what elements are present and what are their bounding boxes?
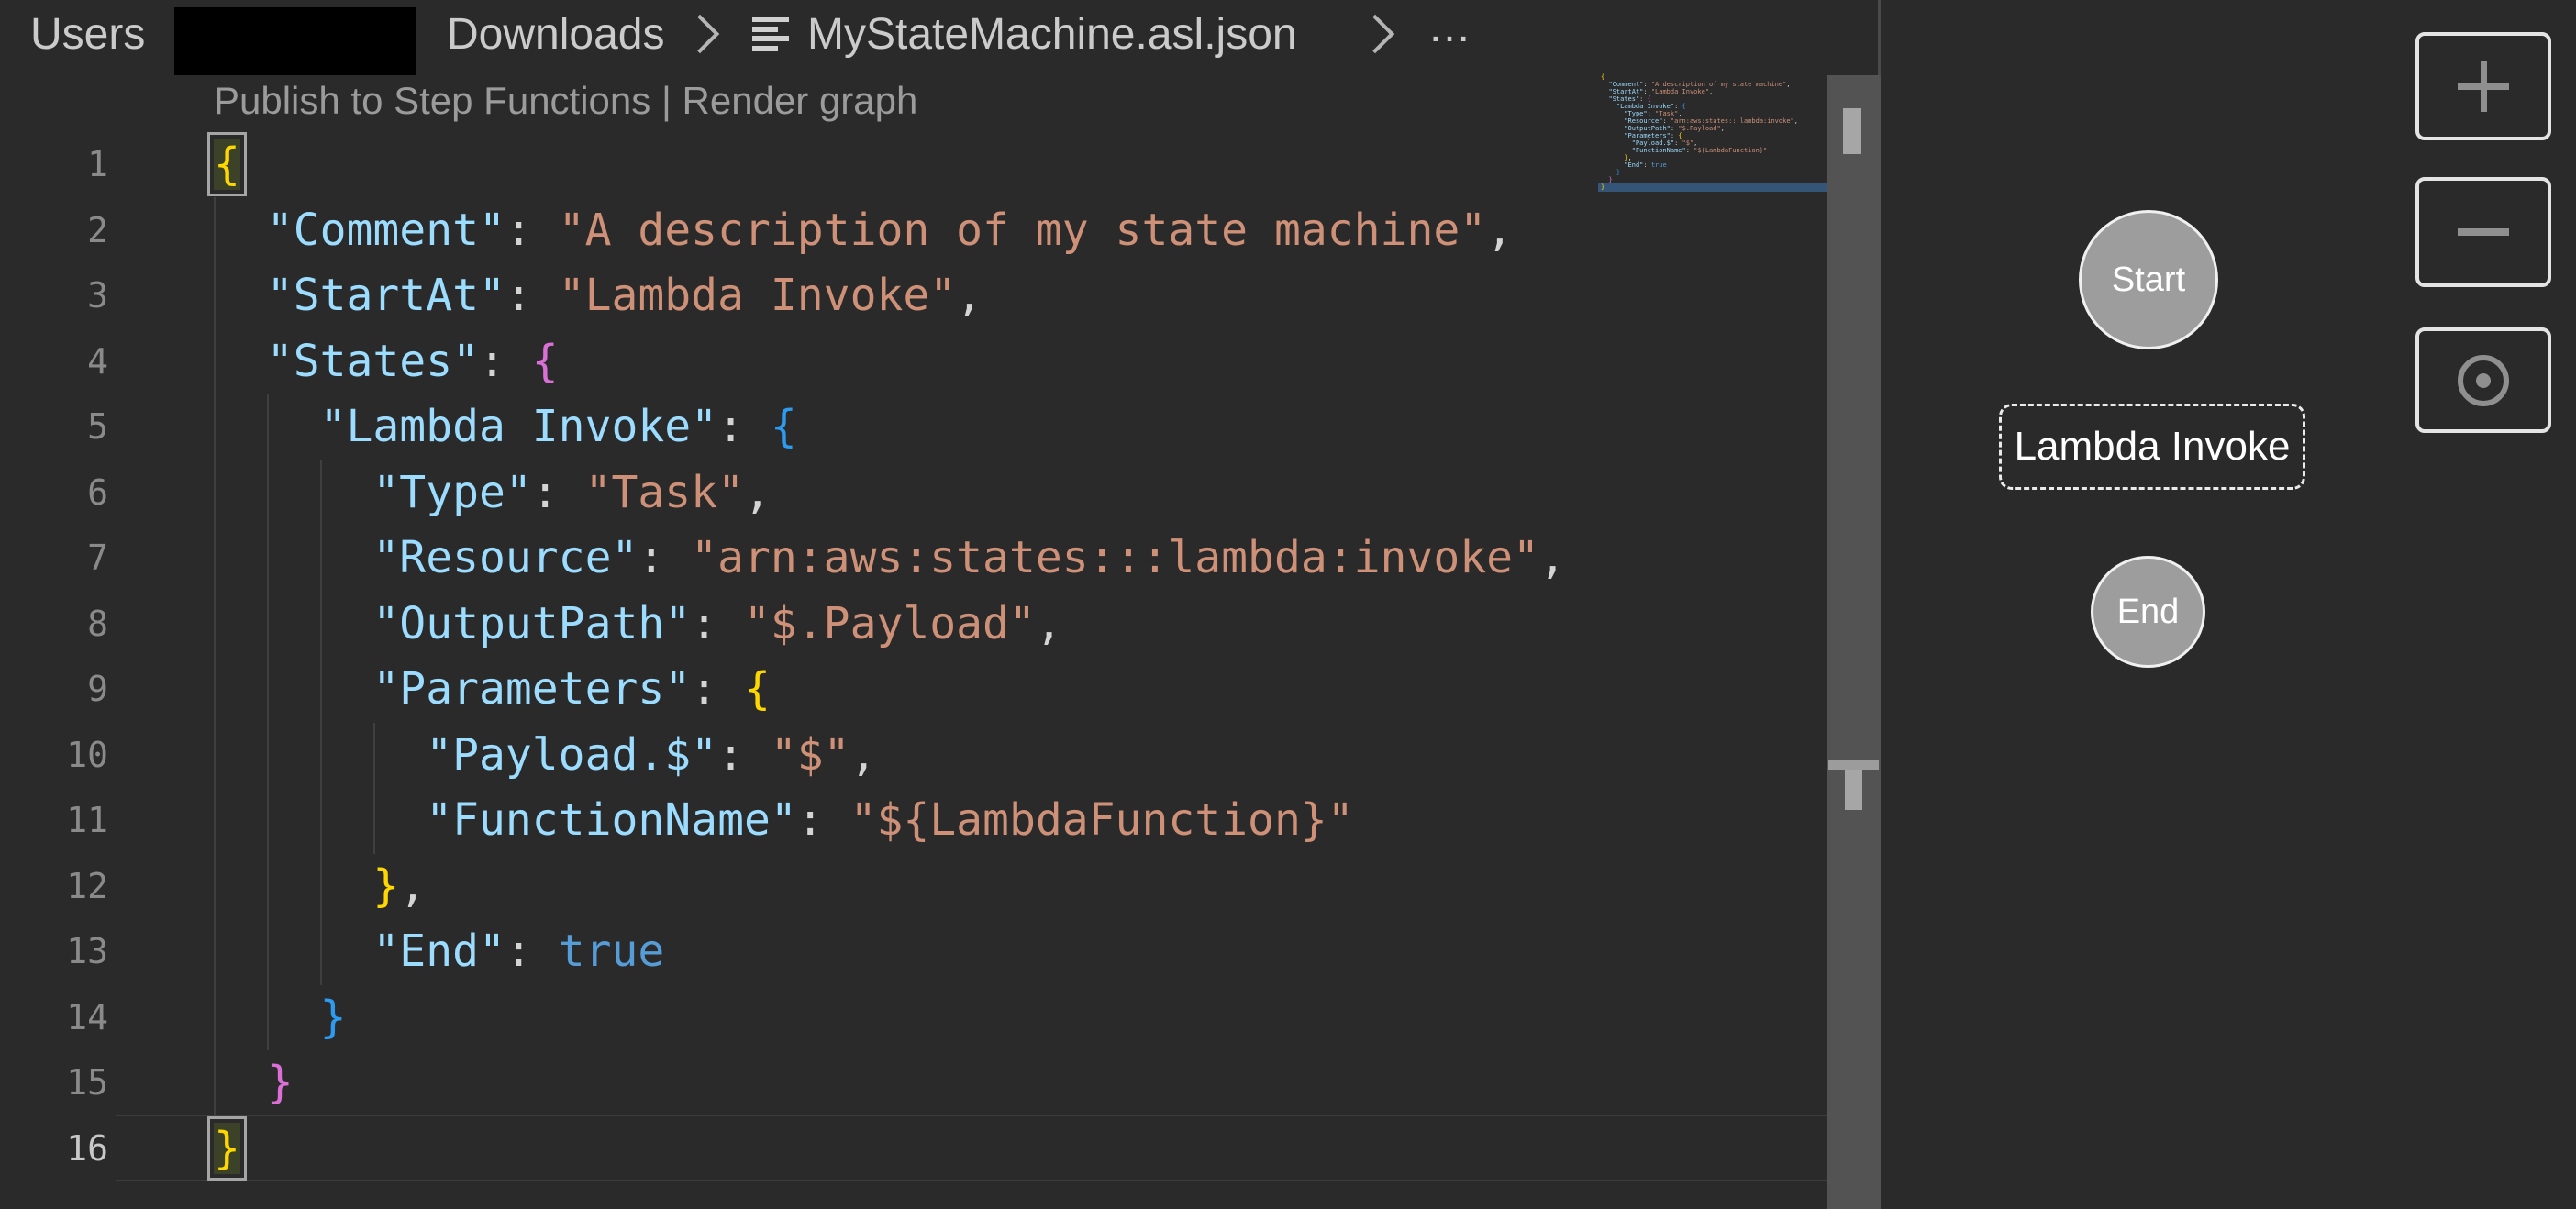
breadcrumb-item-more[interactable]: … (1427, 2, 1471, 53)
minimap-line: "Comment": "A description of my state ma… (1601, 81, 1827, 88)
minimap-line: "Resource": "arn:aws:states:::lambda:inv… (1601, 117, 1827, 125)
breadcrumb-item-downloads[interactable]: Downloads (447, 9, 664, 61)
breadcrumb-item-filename[interactable]: MyStateMachine.asl.json (807, 9, 1297, 61)
scrollbar-divider-band (1828, 760, 1879, 770)
minimap-line: "FunctionName": "${LambdaFunction}" (1601, 147, 1827, 154)
line-number: 6 (0, 460, 108, 527)
code-line-8[interactable]: "OutputPath": "$.Payload", (214, 592, 1566, 658)
codelens-publish-link[interactable]: Publish to Step Functions (214, 79, 650, 122)
minimap-line: "Lambda Invoke": { (1601, 103, 1827, 110)
task-node-label: Lambda Invoke (2015, 424, 2291, 470)
codelens-row: Publish to Step Functions | Render graph (214, 79, 917, 123)
code-line-1[interactable]: { (214, 132, 1566, 198)
line-number: 9 (0, 657, 108, 723)
end-node-label: End (2117, 593, 2180, 632)
minimap-line: } (1601, 183, 1827, 191)
start-node-label: Start (2112, 261, 2185, 300)
minimap-line: "StartAt": "Lambda Invoke", (1601, 88, 1827, 95)
codelens-separator: | (650, 79, 682, 122)
editor-gutter: 12345678910111213141516 (0, 132, 108, 1181)
line-number: 1 (0, 132, 108, 198)
chevron-right-icon (681, 15, 719, 53)
minimap-line: }, (1601, 154, 1827, 161)
editor-code-area[interactable]: { "Comment": "A description of my state … (214, 132, 1566, 1181)
minimap-line: "Payload.$": "$", (1601, 139, 1827, 147)
line-number: 4 (0, 329, 108, 395)
minus-icon (2458, 228, 2509, 236)
graph-node-end: End (2091, 556, 2205, 668)
line-number: 11 (0, 788, 108, 854)
minimap-line: "Type": "Task", (1601, 110, 1827, 117)
minimap-line: "End": true (1601, 161, 1827, 169)
scrollbar-lower-thumb[interactable] (1845, 770, 1862, 810)
minimap-line: } (1601, 176, 1827, 183)
line-number: 2 (0, 198, 108, 264)
code-line-3[interactable]: "StartAt": "Lambda Invoke", (214, 263, 1566, 329)
line-number: 15 (0, 1050, 108, 1116)
code-line-15[interactable]: } (214, 1050, 1566, 1116)
code-line-4[interactable]: "States": { (214, 329, 1566, 395)
line-number: 12 (0, 854, 108, 920)
line-number: 7 (0, 526, 108, 592)
minimap-line: "Parameters": { (1601, 132, 1827, 139)
code-line-7[interactable]: "Resource": "arn:aws:states:::lambda:inv… (214, 526, 1566, 592)
circle-dot-icon (2458, 355, 2509, 406)
code-line-12[interactable]: }, (214, 854, 1566, 920)
center-graph-button[interactable] (2415, 327, 2551, 433)
code-line-13[interactable]: "End": true (214, 919, 1566, 985)
plus-icon (2458, 61, 2509, 112)
minimap[interactable]: { "Comment": "A description of my state … (1601, 73, 1827, 198)
json-outline-icon (752, 17, 789, 51)
line-number: 10 (0, 723, 108, 789)
line-number: 5 (0, 394, 108, 460)
minimap-line: } (1601, 169, 1827, 176)
chevron-right-icon (1356, 15, 1394, 53)
code-line-5[interactable]: "Lambda Invoke": { (214, 394, 1566, 460)
code-line-9[interactable]: "Parameters": { (214, 657, 1566, 723)
breadcrumb: Users Downloads MyStateMachine.asl.json … (0, 0, 1878, 64)
line-number: 16 (0, 1116, 108, 1182)
minimap-line: "States": { (1601, 95, 1827, 103)
line-number: 3 (0, 263, 108, 329)
redacted-path-segment (174, 7, 416, 75)
vscode-window: Users Downloads MyStateMachine.asl.json … (0, 0, 2576, 1209)
breadcrumb-item-users[interactable]: Users (30, 9, 145, 61)
graph-node-start: Start (2079, 210, 2218, 349)
code-line-11[interactable]: "FunctionName": "${LambdaFunction}" (214, 788, 1566, 854)
code-line-14[interactable]: } (214, 985, 1566, 1051)
line-number: 8 (0, 592, 108, 658)
graph-node-lambda-invoke: Lambda Invoke (1999, 404, 2305, 490)
minimap-line: { (1601, 73, 1827, 81)
scrollbar-thumb[interactable] (1843, 108, 1861, 154)
line-number: 14 (0, 985, 108, 1051)
vertical-scrollbar-track[interactable] (1827, 75, 1881, 1209)
codelens-render-graph-link[interactable]: Render graph (683, 79, 918, 122)
code-line-2[interactable]: "Comment": "A description of my state ma… (214, 198, 1566, 264)
code-line-10[interactable]: "Payload.$": "$", (214, 723, 1566, 789)
code-line-6[interactable]: "Type": "Task", (214, 460, 1566, 527)
minimap-line: "OutputPath": "$.Payload", (1601, 125, 1827, 132)
zoom-out-button[interactable] (2415, 177, 2551, 287)
code-line-16[interactable]: } (214, 1116, 1566, 1182)
line-number: 13 (0, 919, 108, 985)
zoom-in-button[interactable] (2415, 32, 2551, 140)
